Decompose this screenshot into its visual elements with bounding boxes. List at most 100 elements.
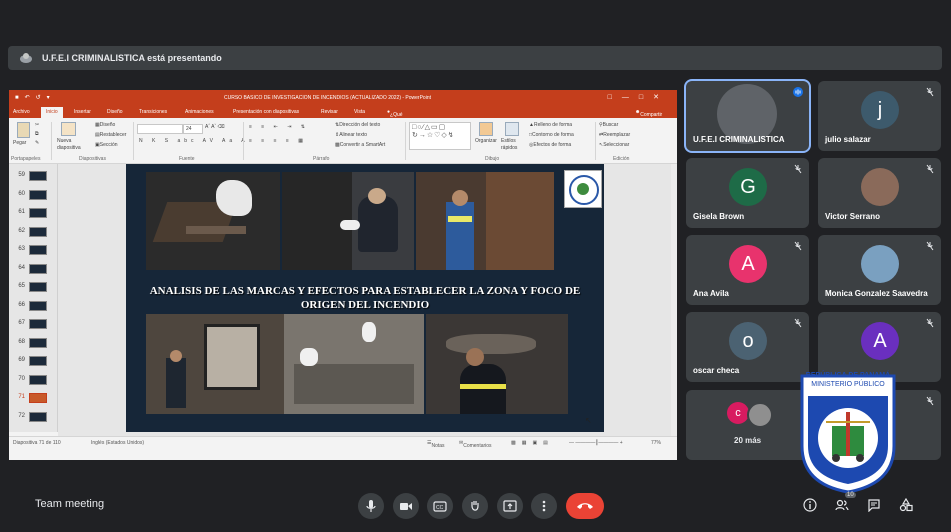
shape-fill-label: Relleno de forma xyxy=(533,122,573,128)
format-painter-icon[interactable]: ✎ xyxy=(35,140,39,146)
participant-tile[interactable]: Victor Serrano xyxy=(818,158,941,228)
text-direction-button[interactable]: ⇅ Dirección del texto xyxy=(335,122,380,128)
others-tile[interactable]: c 20 más xyxy=(686,390,809,460)
info-icon xyxy=(803,498,817,512)
tab-presentacion[interactable]: Presentación con diapositivas xyxy=(233,109,299,115)
section-button[interactable]: ▣ Sección xyxy=(95,142,118,148)
slide-thumbnail[interactable]: 65 xyxy=(13,281,53,292)
shape-effects-button[interactable]: ◎ Efectos de forma xyxy=(529,142,571,148)
tab-insertar[interactable]: Insertar xyxy=(74,109,91,115)
new-slide-button[interactable]: Nueva diapositiva xyxy=(57,138,83,152)
tab-vista[interactable]: Vista xyxy=(354,109,365,115)
tab-animaciones[interactable]: Animaciones xyxy=(185,109,214,115)
slide-thumbnail[interactable]: 61 xyxy=(13,207,53,218)
camera-button[interactable] xyxy=(393,493,419,519)
tell-me-search[interactable]: ● ¿Qué desea hacer? xyxy=(387,109,405,130)
find-label: Buscar xyxy=(602,122,619,128)
more-options-button[interactable] xyxy=(531,493,557,519)
align-buttons[interactable]: ≡ ≡ ≡ ≡ ▦ xyxy=(249,138,307,144)
font-name-input[interactable] xyxy=(137,124,183,134)
font-size-input[interactable]: 24 xyxy=(183,124,203,134)
new-slide-icon[interactable] xyxy=(61,122,76,136)
slide-thumbnail[interactable]: 70 xyxy=(13,374,53,385)
participant-tile[interactable]: Monica Gonzalez Saavedra xyxy=(818,235,941,305)
group-slides: Diapositivas xyxy=(79,156,106,162)
shapes-gallery[interactable]: □○∕△▭▢ ↻→☆♡◇↯ xyxy=(409,122,471,150)
participant-initial: G xyxy=(740,176,756,198)
present-button[interactable] xyxy=(497,493,523,519)
slide-thumbnail[interactable]: 62 xyxy=(13,226,53,237)
slide-thumbnail[interactable]: 68 xyxy=(13,337,53,348)
slide-thumbnail-image xyxy=(29,263,47,274)
arrange-icon[interactable] xyxy=(479,122,493,136)
participant-tile[interactable]: j julio salazar xyxy=(818,81,941,151)
ribbon: Pegar ✂ ⧉ ✎ Portapapeles Nueva diapositi… xyxy=(9,118,677,164)
leave-call-button[interactable] xyxy=(566,493,604,519)
tab-inicio[interactable]: Inicio xyxy=(41,107,63,118)
layout-button[interactable]: ▦ Diseño xyxy=(95,122,115,128)
slide-thumbnail[interactable]: 72 xyxy=(13,411,53,422)
slide-thumbnail[interactable]: 66 xyxy=(13,300,53,311)
slide-thumbnail-image xyxy=(29,226,47,237)
microphone-button[interactable] xyxy=(358,493,384,519)
share-button[interactable]: ☻ Compartir xyxy=(635,109,662,118)
copy-icon[interactable]: ⧉ xyxy=(35,131,39,137)
comments-button[interactable]: ✉ Comentarios xyxy=(459,440,492,449)
meeting-details-button[interactable] xyxy=(801,496,819,514)
find-button[interactable]: ⚲ Buscar xyxy=(599,122,618,128)
participant-tile[interactable]: o oscar checa xyxy=(686,312,809,382)
zoom-slider[interactable]: — ————┃———— + xyxy=(569,440,623,446)
participant-avatar: o xyxy=(729,322,767,360)
tab-transiciones[interactable]: Transiciones xyxy=(139,109,167,115)
shape-fill-button[interactable]: ▲ Relleno de forma xyxy=(529,122,572,128)
slide-thumbnail[interactable]: 71 xyxy=(13,392,53,403)
align-text-button[interactable]: ⇕ Alinear texto xyxy=(335,132,367,138)
raise-hand-button[interactable] xyxy=(462,493,488,519)
reset-button[interactable]: ▤ Restablecer xyxy=(95,132,126,138)
align-text-label: Alinear texto xyxy=(339,132,367,138)
people-button[interactable]: 10 xyxy=(833,492,856,514)
tab-revisar[interactable]: Revisar xyxy=(321,109,338,115)
shape-outline-button[interactable]: □ Contorno de forma xyxy=(529,132,574,138)
slide-institute-logo xyxy=(564,170,602,208)
slide-thumbnail[interactable]: 63 xyxy=(13,244,53,255)
shape-effects-label: Efectos de forma xyxy=(533,142,572,148)
slide-number: 71 xyxy=(18,394,25,400)
chat-button[interactable] xyxy=(865,496,883,514)
replace-button[interactable]: ⇄ Reemplazar xyxy=(599,132,630,138)
select-button[interactable]: ↖ Seleccionar xyxy=(599,142,629,148)
slide-thumbnail[interactable]: 60 xyxy=(13,189,53,200)
cut-icon[interactable]: ✂ xyxy=(35,122,39,128)
paste-icon[interactable] xyxy=(17,122,30,138)
quick-styles-button[interactable]: Estilos rápidos xyxy=(501,138,523,152)
participant-tile[interactable]: A Ana Avila xyxy=(686,235,809,305)
mic-off-icon xyxy=(926,164,934,174)
view-buttons[interactable]: ▩▦▣▤ xyxy=(511,440,554,446)
slide-thumbnail[interactable]: 59 xyxy=(13,170,53,181)
slide-thumbnail[interactable]: 64 xyxy=(13,263,53,274)
smartart-button[interactable]: ▩ Convertir a SmartArt xyxy=(335,142,385,148)
tab-diseno[interactable]: Diseño xyxy=(107,109,123,115)
participant-name: U.F.E.I CRIMINALISTICA xyxy=(693,135,785,144)
slide-number: 65 xyxy=(18,283,25,289)
activities-button[interactable] xyxy=(897,496,915,514)
slide-scrollbar[interactable] xyxy=(671,164,677,436)
participant-initial: A xyxy=(873,330,887,352)
notes-button[interactable]: ☰ Notas xyxy=(427,440,445,449)
slide-thumbnail[interactable]: 67 xyxy=(13,318,53,329)
quick-styles-icon[interactable] xyxy=(505,122,519,136)
slide-thumbnail[interactable]: 69 xyxy=(13,355,53,366)
paste-button[interactable]: Pegar xyxy=(13,140,26,146)
participant-name: oscar checa xyxy=(693,366,740,375)
font-grow-icons[interactable]: Aˆ Aˇ ⌫ xyxy=(205,124,225,130)
participant-tile[interactable]: G Gisela Brown xyxy=(686,158,809,228)
slide-thumbnail-image xyxy=(29,319,47,329)
tab-archivo[interactable]: Archivo xyxy=(13,109,30,115)
font-format-buttons[interactable]: N K S abc AV Aa A xyxy=(139,138,249,144)
slide-thumbnail-image xyxy=(29,208,47,218)
captions-button[interactable]: CC xyxy=(427,493,453,519)
institute-seal-overlay: REPÚBLICA DE PANAMÁ MINISTERIO PÚBLICO xyxy=(798,366,898,494)
participant-tile[interactable]: U.F.E.I CRIMINALISTICA xyxy=(686,81,809,151)
arrange-button[interactable]: Organizar xyxy=(475,138,497,144)
list-buttons[interactable]: ≡ ≡ ⇤ ⇥ ⇅ xyxy=(249,124,309,130)
